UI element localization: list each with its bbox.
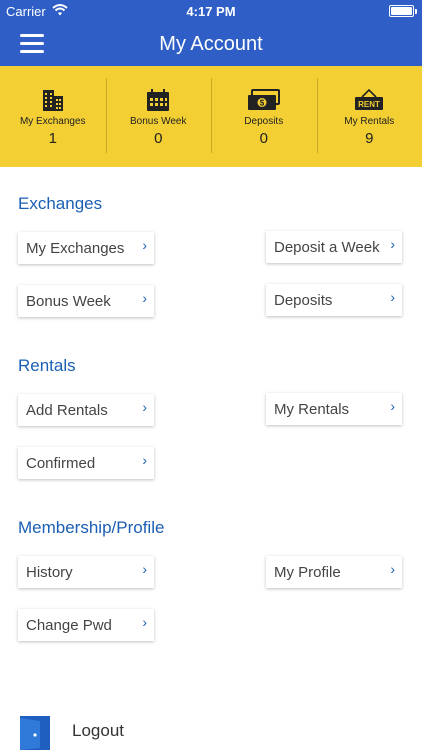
tile-label: My Exchanges xyxy=(26,240,125,257)
tile-label: Change Pwd xyxy=(26,617,112,634)
clock: 4:17 PM xyxy=(186,4,236,19)
summary-label: Deposits xyxy=(244,116,284,127)
rent-sign-text: RENT xyxy=(358,100,380,109)
deposit-a-week-button[interactable]: Deposit a Week › xyxy=(266,231,402,263)
chevron-right-icon: › xyxy=(390,236,395,252)
summary-my-exchanges[interactable]: My Exchanges 1 xyxy=(0,66,106,167)
tile-label: Confirmed xyxy=(26,455,96,472)
chevron-right-icon: › xyxy=(142,452,147,468)
tile-label: History xyxy=(26,564,73,581)
confirmed-button[interactable]: Confirmed › xyxy=(18,447,154,479)
tile-label: Deposit a Week xyxy=(274,239,380,256)
summary-count: 9 xyxy=(365,130,374,147)
summary-count: 0 xyxy=(259,130,268,147)
summary-label: My Rentals xyxy=(344,116,395,127)
deposits-button[interactable]: Deposits › xyxy=(266,284,402,316)
page-title: My Account xyxy=(159,33,263,55)
chevron-right-icon: › xyxy=(142,237,147,253)
chevron-right-icon: › xyxy=(390,289,395,305)
history-button[interactable]: History › xyxy=(18,556,154,588)
chevron-right-icon: › xyxy=(142,399,147,415)
my-rentals-button[interactable]: My Rentals › xyxy=(266,393,402,425)
tile-label: My Profile xyxy=(274,564,341,581)
bonus-week-button[interactable]: Bonus Week › xyxy=(18,285,154,317)
my-profile-button[interactable]: My Profile › xyxy=(266,556,402,588)
tile-label: Add Rentals xyxy=(26,402,108,419)
chevron-right-icon: › xyxy=(390,561,395,577)
rent-sign-icon: RENT xyxy=(355,88,384,110)
section-title-membership: Membership/Profile xyxy=(18,518,165,537)
section-title-rentals: Rentals xyxy=(18,356,76,375)
summary-label: Bonus Week xyxy=(129,116,187,127)
battery-icon xyxy=(389,5,417,17)
logout-button[interactable]: Logout xyxy=(18,712,218,750)
money-icon: $ xyxy=(247,89,280,110)
chevron-right-icon: › xyxy=(142,614,147,630)
tile-label: Deposits xyxy=(274,292,333,309)
section-title-exchanges: Exchanges xyxy=(18,194,103,213)
status-bar: Carrier 4:17 PM xyxy=(0,0,422,22)
logout-label: Logout xyxy=(72,721,124,740)
chevron-right-icon: › xyxy=(142,290,147,306)
chevron-right-icon: › xyxy=(390,398,395,414)
tile-label: My Rentals xyxy=(274,401,350,418)
logout-door-icon xyxy=(20,716,50,750)
my-exchanges-button[interactable]: My Exchanges › xyxy=(18,232,154,264)
account-summary: My Exchanges 1 Bonus Week 0 $ Deposits 0… xyxy=(0,66,422,167)
tile-label: Bonus Week xyxy=(26,293,111,310)
summary-count: 0 xyxy=(154,130,163,147)
change-password-button[interactable]: Change Pwd › xyxy=(18,609,154,641)
summary-my-rentals[interactable]: RENT My Rentals 9 xyxy=(316,66,422,167)
summary-deposits[interactable]: $ Deposits 0 xyxy=(211,66,317,167)
building-icon xyxy=(42,90,63,111)
add-rentals-button[interactable]: Add Rentals › xyxy=(18,394,154,426)
nav-bar: My Account xyxy=(0,22,422,66)
calendar-icon xyxy=(147,89,170,111)
summary-label: My Exchanges xyxy=(19,116,86,127)
summary-bonus-week[interactable]: Bonus Week 0 xyxy=(105,66,212,167)
svg-text:$: $ xyxy=(260,99,265,108)
summary-count: 1 xyxy=(48,130,57,147)
chevron-right-icon: › xyxy=(142,561,147,577)
